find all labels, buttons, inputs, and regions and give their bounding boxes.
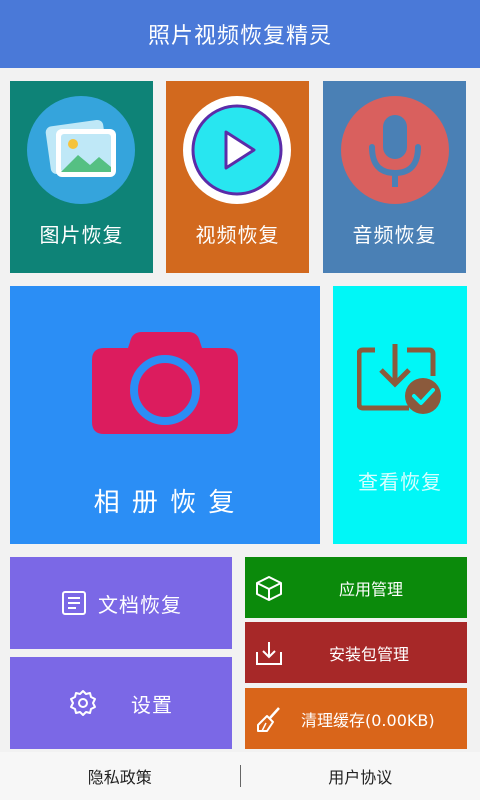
album-recovery-tile[interactable]: 相 册 恢 复 [10,286,320,544]
download-check-icon [357,344,441,414]
view-recovered-label: 查看恢复 [358,470,442,494]
document-recovery-tile[interactable]: 文档恢复 [10,557,232,649]
video-recovery-tile[interactable]: 视频恢复 [166,81,309,273]
settings-tile[interactable]: 设置 [10,657,232,749]
album-recovery-label: 相 册 恢 复 [93,488,237,518]
image-icon [27,96,135,204]
document-recovery-label: 文档恢复 [98,592,182,617]
settings-label: 设置 [131,692,173,717]
camera-icon [92,332,238,434]
gear-icon [70,690,96,716]
clear-cache-label: 清理缓存(0.00KB) [301,710,435,730]
play-icon [183,96,291,204]
broom-icon [257,706,280,732]
view-recovered-tile[interactable]: 查看恢复 [333,286,467,544]
photo-recovery-tile[interactable]: 图片恢复 [10,81,153,273]
photo-recovery-label: 图片恢复 [39,223,124,247]
audio-recovery-label: 音频恢复 [352,223,437,247]
microphone-icon [341,96,449,204]
app-header: 照片视频恢复精灵 [0,0,480,68]
box-icon [256,575,282,601]
app-management-label: 应用管理 [339,579,404,599]
apk-management-tile[interactable]: 安装包管理 [245,622,467,683]
privacy-policy-link[interactable]: 隐私政策 [0,764,240,788]
user-agreement-link[interactable]: 用户协议 [241,764,480,788]
audio-recovery-tile[interactable]: 音频恢复 [323,81,466,273]
download-tray-icon [256,641,282,665]
footer-bar: 隐私政策 用户协议 [0,752,480,800]
document-icon [62,591,86,615]
app-management-tile[interactable]: 应用管理 [245,557,467,618]
video-recovery-label: 视频恢复 [195,223,280,247]
apk-management-label: 安装包管理 [329,644,410,664]
clear-cache-tile[interactable]: 清理缓存(0.00KB) [245,688,467,749]
app-title: 照片视频恢复精灵 [147,24,332,49]
